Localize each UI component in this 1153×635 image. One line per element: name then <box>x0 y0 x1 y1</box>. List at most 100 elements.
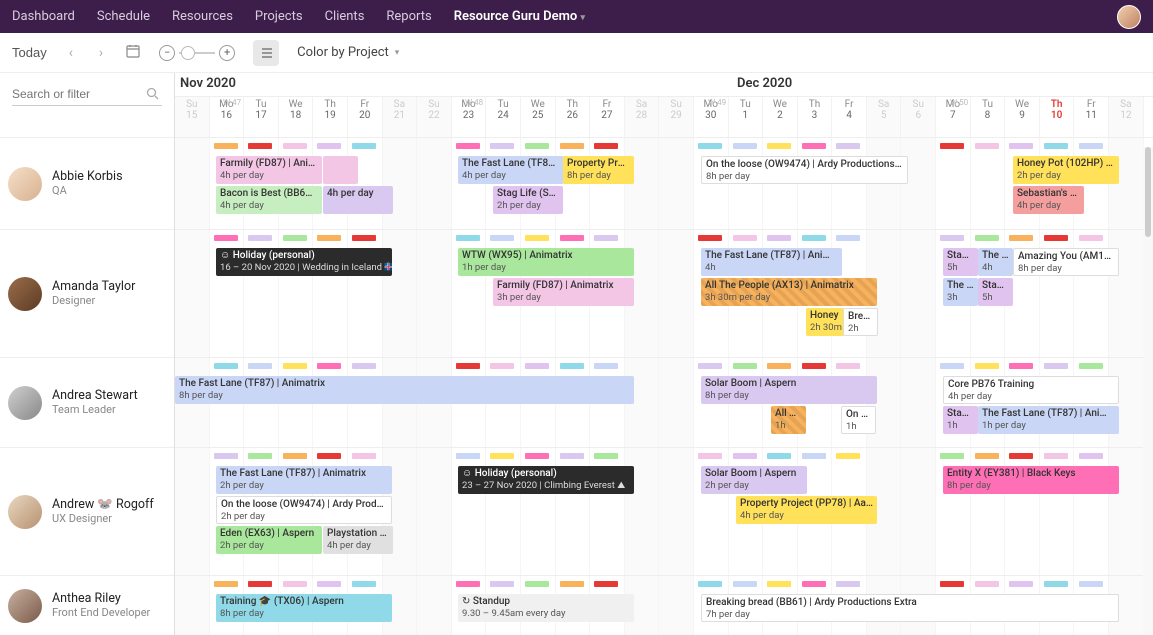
booking-bar[interactable]: Property Projec8h per day <box>563 156 634 184</box>
prev-arrow-icon[interactable]: ‹ <box>65 45 77 61</box>
nav-schedule[interactable]: Schedule <box>97 9 150 24</box>
booking-subtitle: 4h per day <box>1017 200 1061 211</box>
calendar-icon[interactable] <box>125 43 141 63</box>
day-header[interactable]: Fr11 <box>1074 97 1109 137</box>
booking-bar[interactable]: On the1h <box>841 406 876 434</box>
day-header[interactable]: Th10 <box>1040 97 1075 137</box>
booking-bar[interactable]: Stag Lif5h <box>978 278 1013 306</box>
day-header[interactable]: We2 <box>763 97 798 137</box>
day-header[interactable]: Fr4 <box>832 97 867 137</box>
resource-row[interactable]: Andrea StewartTeam Leader <box>0 357 174 447</box>
resource-role: Designer <box>52 294 135 308</box>
resource-row[interactable]: Anthea RileyFront End Developer <box>0 575 174 635</box>
schedule-row: The Fast Lane (TF87) | Animatrix2h per d… <box>175 447 1153 575</box>
day-header[interactable]: Tu1 <box>729 97 764 137</box>
booking-bar[interactable]: Entity X (EY381) | Black Keys8h per day <box>943 466 1119 494</box>
day-header[interactable]: Sa12 <box>1109 97 1144 137</box>
next-arrow-icon[interactable]: › <box>95 45 107 61</box>
booking-bar[interactable]: Bacon is Best (BB62) | Ar4h per day <box>216 186 322 214</box>
day-header[interactable]: Su29 <box>659 97 694 137</box>
search-input[interactable] <box>12 83 162 106</box>
day-header[interactable]: Tu8 <box>971 97 1006 137</box>
booking-bar[interactable]: Core PB76 Training4h per day <box>943 376 1119 404</box>
toolbar: Today ‹ › − + Color by Project ▾ <box>0 33 1153 73</box>
day-header[interactable]: Fr27 <box>590 97 625 137</box>
booking-subtitle: 4h per day <box>220 200 264 211</box>
resource-row[interactable]: Andrew 🐭 RogoffUX Designer <box>0 447 174 575</box>
day-header[interactable]: Sa21 <box>383 97 418 137</box>
booking-subtitle: 1h per day <box>982 420 1026 431</box>
booking-bar[interactable]: The Faş4h <box>978 248 1013 276</box>
booking-bar[interactable]: Stag Life (SL13)2h per day <box>493 186 563 214</box>
booking-bar[interactable]: ☺ Holiday (personal)16 – 20 Nov 2020 | W… <box>216 248 392 276</box>
day-header[interactable]: Th3 <box>798 97 833 137</box>
nav-dashboard[interactable]: Dashboard <box>12 9 75 24</box>
day-header[interactable]: Su22 <box>417 97 452 137</box>
booking-title: Breaking bread (BB61) | Ardy Productions… <box>706 597 1114 609</box>
resource-row[interactable]: Abbie KorbisQA <box>0 137 174 229</box>
booking-bar[interactable]: Solar Boom | Aspern2h per day <box>701 466 807 494</box>
booking-bar[interactable]: Farmily (FD87) | Animatrix3h per day <box>493 278 634 306</box>
nav-brand[interactable]: Resource Guru Demo ▾ <box>454 9 585 24</box>
booking-bar[interactable]: ☺ Holiday (personal)23 – 27 Nov 2020 | C… <box>458 466 634 494</box>
day-header[interactable]: Fr20 <box>348 97 383 137</box>
booking-bar[interactable]: Eden (EX63) | Aspern2h per day <box>216 526 322 554</box>
resource-row[interactable]: Amanda TaylorDesigner <box>0 229 174 357</box>
booking-bar[interactable]: On the loose (OW9474) | Ardy Productions… <box>216 496 392 524</box>
user-avatar[interactable] <box>1117 5 1141 29</box>
day-header[interactable]: We18 <box>279 97 314 137</box>
booking-bar[interactable]: The Fast Lane (TF87) | Animatrix1h per d… <box>978 406 1119 434</box>
booking-bar[interactable]: Honey2h 30m <box>806 308 844 336</box>
resource-name: Abbie Korbis <box>52 169 123 185</box>
resource-avatar <box>8 589 42 623</box>
booking-bar[interactable] <box>323 156 358 184</box>
booking-bar[interactable]: Solar Boom | Aspern8h per day <box>701 376 877 404</box>
booking-bar[interactable]: The Fast Lane (TF87) | Animatrix8h per d… <box>175 376 634 404</box>
booking-bar[interactable]: Property Project (PP78) | Aardvar4h per … <box>736 496 877 524</box>
day-header[interactable]: Th26 <box>556 97 591 137</box>
today-button[interactable]: Today <box>12 45 47 60</box>
booking-bar[interactable]: Sebastian's proj4h per day <box>1013 186 1084 214</box>
day-header[interactable]: Tu24 <box>486 97 521 137</box>
booking-bar[interactable]: 4h per day <box>323 186 393 214</box>
nav-projects[interactable]: Projects <box>255 9 303 24</box>
booking-bar[interactable]: Breaking bread (BB61) | Ardy Productions… <box>701 594 1119 622</box>
vertical-scrollbar[interactable] <box>1143 147 1153 635</box>
day-header[interactable]: Su6 <box>901 97 936 137</box>
resource-name: Andrew 🐭 Rogoff <box>52 497 154 513</box>
booking-bar[interactable]: Stag Lif1h <box>943 406 978 434</box>
day-header[interactable]: Tu17 <box>244 97 279 137</box>
day-header[interactable]: Th19 <box>313 97 348 137</box>
booking-bar[interactable]: Stag Lif5h <box>943 248 978 276</box>
booking-bar[interactable]: The Fast Lane (TF87) | Animatrix2h per d… <box>216 466 392 494</box>
booking-title: On the <box>846 409 871 421</box>
booking-bar[interactable]: The Fast Lane (TF87) | Aı4h per day <box>458 156 564 184</box>
booking-bar[interactable]: Playstation Ever4h per day <box>323 526 393 554</box>
day-header[interactable]: We25 <box>521 97 556 137</box>
list-view-toggle[interactable] <box>253 40 279 66</box>
zoom-slider[interactable] <box>179 52 215 54</box>
booking-bar[interactable]: The Faş3h <box>943 278 978 306</box>
booking-bar[interactable]: Training 🎓 (TX06) | Aspern8h per day <box>216 594 392 622</box>
zoom-out-button[interactable]: − <box>159 45 175 61</box>
day-header[interactable]: We9 <box>1005 97 1040 137</box>
booking-bar[interactable]: All The People (AX13) | Animatrix3h 30m … <box>701 278 877 306</box>
booking-bar[interactable]: The Fast Lane (TF87) | Animatrix4h <box>701 248 842 276</box>
day-header[interactable]: Su15 <box>175 97 210 137</box>
booking-bar[interactable]: Amazing You (AM12) | Aı8h per day <box>1013 248 1119 276</box>
nav-reports[interactable]: Reports <box>386 9 431 24</box>
booking-bar[interactable]: On the loose (OW9474) | Ardy Productions… <box>701 156 908 184</box>
booking-bar[interactable]: All The1h <box>771 406 806 434</box>
booking-bar[interactable]: Farmily (FD87) | Animatrix4h per day <box>216 156 322 184</box>
color-by-dropdown[interactable]: Color by Project ▾ <box>297 45 399 60</box>
nav-links: Dashboard Schedule Resources Projects Cl… <box>12 9 585 24</box>
day-header[interactable]: Sa28 <box>625 97 660 137</box>
nav-resources[interactable]: Resources <box>172 9 233 24</box>
booking-bar[interactable]: Honey Pot (102HP) | Bee2h per day <box>1013 156 1119 184</box>
booking-bar[interactable]: Breakiı2h <box>843 308 878 336</box>
booking-bar[interactable]: ↻ Standup9.30 – 9.45am every day <box>458 594 634 622</box>
zoom-in-button[interactable]: + <box>219 45 235 61</box>
nav-clients[interactable]: Clients <box>325 9 365 24</box>
day-header[interactable]: Sa5 <box>867 97 902 137</box>
booking-bar[interactable]: WTW (WX95) | Animatrix1h per day <box>458 248 634 276</box>
